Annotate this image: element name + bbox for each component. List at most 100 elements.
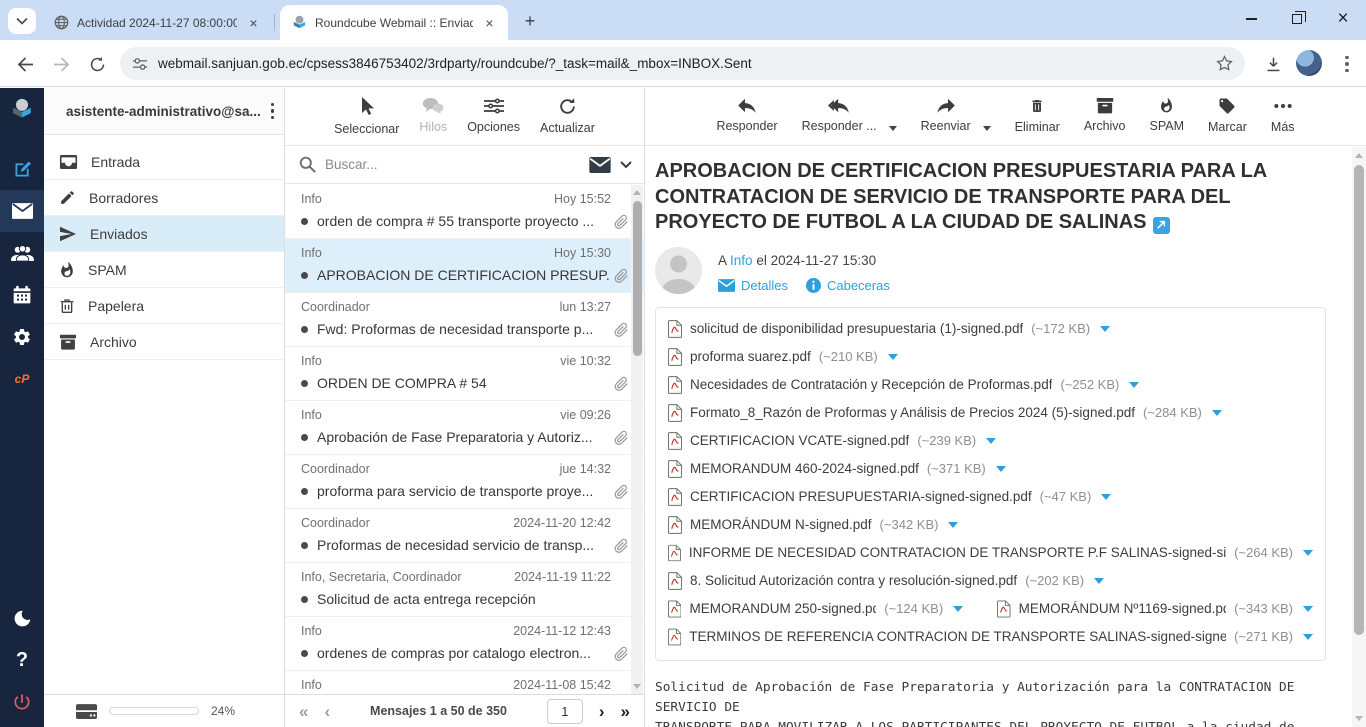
scroll-down-icon[interactable] xyxy=(633,684,641,689)
search-input[interactable] xyxy=(325,157,580,172)
tab-actividad[interactable]: Actividad 2024-11-27 08:00:00 × xyxy=(42,5,272,40)
forward-button[interactable]: Reenviar xyxy=(921,97,971,133)
select-button[interactable]: Seleccionar xyxy=(334,97,399,136)
folder-spam[interactable]: SPAM xyxy=(44,252,284,288)
prev-page-button[interactable]: ‹ xyxy=(324,703,330,720)
compose-button[interactable] xyxy=(0,148,44,190)
message-row[interactable]: Infovie 09:26 Aprobación de Fase Prepara… xyxy=(285,401,645,455)
attachment-item[interactable]: CERTIFICACION PRESUPUESTARIA-signed-sign… xyxy=(668,488,1111,506)
downloads-button[interactable] xyxy=(1258,49,1288,79)
spam-button[interactable]: SPAM xyxy=(1150,97,1185,133)
open-in-new-window-icon[interactable] xyxy=(1153,217,1170,234)
attachment-item[interactable]: Necesidades de Contratación y Recepción … xyxy=(668,376,1139,394)
attachment-menu-icon[interactable] xyxy=(1100,326,1110,332)
account-menu-icon[interactable] xyxy=(271,103,274,119)
account-header[interactable]: asistente-administrativo@sa... xyxy=(44,88,284,135)
attachment-menu-icon[interactable] xyxy=(948,522,958,528)
cpanel-button[interactable]: cP xyxy=(0,358,44,400)
back-button[interactable] xyxy=(10,49,40,79)
attachment-item[interactable]: MEMORANDUM 460-2024-signed.pdf(~371 KB) xyxy=(668,460,1006,478)
folder-entrada[interactable]: Entrada xyxy=(44,144,284,180)
message-row[interactable]: Info, Secretaria, Coordinador2024-11-19 … xyxy=(285,563,645,617)
calendar-nav-button[interactable] xyxy=(0,274,44,316)
message-row-selected[interactable]: InfoHoy 15:30 APROBACION DE CERTIFICACIO… xyxy=(285,239,645,293)
forward-button[interactable] xyxy=(46,49,76,79)
attachment-menu-icon[interactable] xyxy=(888,354,898,360)
attachment-item[interactable]: 8. Solicitud Autorización contra y resol… xyxy=(668,572,1104,590)
attachment-menu-icon[interactable] xyxy=(1101,494,1111,500)
folder-papelera[interactable]: Papelera xyxy=(44,288,284,324)
tab-search-button[interactable] xyxy=(8,8,36,34)
last-page-button[interactable]: » xyxy=(621,703,630,720)
attachment-item[interactable]: Formato_8_Razón de Proformas y Análisis … xyxy=(668,404,1222,422)
tab-roundcube[interactable]: Roundcube Webmail :: Enviados × xyxy=(280,5,508,40)
scroll-up-icon[interactable] xyxy=(1355,153,1363,158)
mail-nav-button[interactable] xyxy=(0,190,44,232)
folder-borradores[interactable]: Borradores xyxy=(44,180,284,216)
settings-nav-button[interactable] xyxy=(0,316,44,358)
attachment-menu-icon[interactable] xyxy=(996,466,1006,472)
url-text[interactable]: webmail.sanjuan.gob.ec/cpsess3846753402/… xyxy=(158,56,1206,71)
help-button[interactable]: ? xyxy=(0,639,44,681)
url-bar[interactable]: webmail.sanjuan.gob.ec/cpsess3846753402/… xyxy=(120,47,1245,80)
attachment-item[interactable]: solicitud de disponibilidad presupuestar… xyxy=(668,320,1110,338)
attachment-menu-icon[interactable] xyxy=(953,606,963,612)
tab-close-icon[interactable]: × xyxy=(481,14,498,31)
message-row[interactable]: Coordinadorlun 13:27 Fwd: Proformas de n… xyxy=(285,293,645,347)
reply-all-dropdown-icon[interactable] xyxy=(889,126,897,131)
attachment-item[interactable]: TERMINOS DE REFERENCIA CONTRACION DE TRA… xyxy=(668,628,1313,646)
message-row[interactable]: Coordinador2024-11-20 12:42 Proformas de… xyxy=(285,509,645,563)
folder-enviados[interactable]: Enviados xyxy=(44,216,284,252)
reload-button[interactable] xyxy=(82,49,112,79)
message-row[interactable]: Info2024-11-12 12:43 ordenes de compras … xyxy=(285,617,645,671)
next-page-button[interactable]: › xyxy=(599,703,605,720)
mail-scrollbar[interactable] xyxy=(1352,147,1366,727)
scroll-down-icon[interactable] xyxy=(1355,716,1363,721)
roundcube-logo[interactable] xyxy=(0,88,44,130)
threads-button[interactable]: Hilos xyxy=(419,97,447,134)
options-button[interactable]: Opciones xyxy=(467,97,520,134)
mail-scrollbar-thumb[interactable] xyxy=(1354,165,1364,635)
forward-dropdown-icon[interactable] xyxy=(983,126,991,131)
new-tab-button[interactable]: + xyxy=(518,9,542,33)
attachment-menu-icon[interactable] xyxy=(1303,606,1313,612)
reply-all-button[interactable]: Responder ... xyxy=(802,97,877,133)
delete-button[interactable]: Eliminar xyxy=(1015,97,1060,134)
attachment-menu-icon[interactable] xyxy=(1094,578,1104,584)
folder-archivo[interactable]: Archivo xyxy=(44,324,284,360)
dark-mode-button[interactable] xyxy=(0,597,44,639)
minimize-button[interactable] xyxy=(1228,0,1274,38)
browser-menu-button[interactable] xyxy=(1332,49,1362,79)
more-button[interactable]: Más xyxy=(1271,97,1295,134)
archive-button[interactable]: Archivo xyxy=(1084,97,1126,133)
contacts-nav-button[interactable] xyxy=(0,232,44,274)
attachment-item[interactable]: CERTIFICACION VCATE-signed.pdf(~239 KB) xyxy=(668,432,996,450)
attachment-menu-icon[interactable] xyxy=(1303,550,1313,556)
list-scrollbar-thumb[interactable] xyxy=(633,201,642,356)
attachment-menu-icon[interactable] xyxy=(1212,410,1222,416)
page-number-input[interactable] xyxy=(547,699,583,724)
attachment-item[interactable]: INFORME DE NECESIDAD CONTRATACION DE TRA… xyxy=(668,544,1313,562)
search-options-chevron-icon[interactable] xyxy=(620,161,632,169)
attachment-item[interactable]: MEMORANDUM 250-signed.pdf(~124 KB) xyxy=(668,600,963,618)
browser-profile-avatar[interactable] xyxy=(1296,50,1322,76)
refresh-button[interactable]: Actualizar xyxy=(540,97,595,135)
attachment-menu-icon[interactable] xyxy=(1129,382,1139,388)
reply-button[interactable]: Responder xyxy=(716,97,777,133)
recipient-link[interactable]: Info xyxy=(730,253,753,268)
mark-button[interactable]: Marcar xyxy=(1208,97,1247,134)
headers-toggle[interactable]: Cabeceras xyxy=(806,278,890,293)
list-scrollbar[interactable] xyxy=(631,185,643,694)
tab-close-icon[interactable]: × xyxy=(245,14,262,31)
scroll-up-icon[interactable] xyxy=(633,190,641,195)
attachment-item[interactable]: MEMORÁNDUM N-signed.pdf(~342 KB) xyxy=(668,516,958,534)
attachment-menu-icon[interactable] xyxy=(986,438,996,444)
maximize-button[interactable] xyxy=(1274,0,1320,38)
bookmark-star-icon[interactable] xyxy=(1216,55,1233,72)
message-row[interactable]: Infovie 10:32 ORDEN DE COMPRA # 54 xyxy=(285,347,645,401)
message-row[interactable]: InfoHoy 15:52 orden de compra # 55 trans… xyxy=(285,185,645,239)
attachment-item[interactable]: proforma suarez.pdf(~210 KB) xyxy=(668,348,898,366)
details-toggle[interactable]: Detalles xyxy=(718,278,788,293)
message-row[interactable]: Coordinadorjue 14:32 proforma para servi… xyxy=(285,455,645,509)
site-info-icon[interactable] xyxy=(132,57,148,71)
